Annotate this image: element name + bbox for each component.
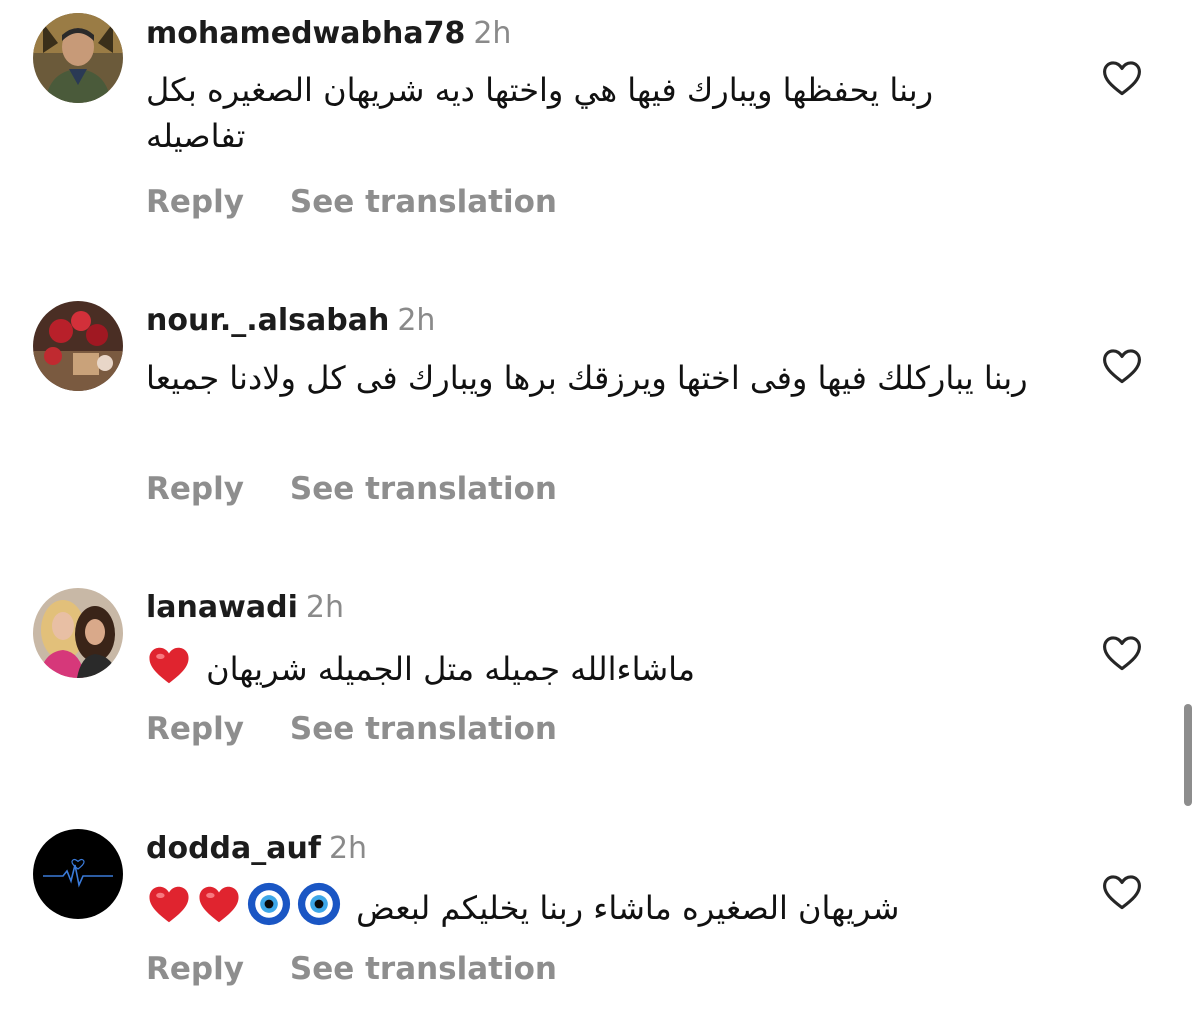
heart-outline-icon [1103, 61, 1141, 96]
avatar[interactable] [33, 829, 123, 919]
comment-text: ربنا يحفظها ويبارك فيها هي واختها ديه شر… [146, 71, 934, 155]
like-button[interactable] [1100, 344, 1144, 388]
profile-photo-man [33, 13, 123, 103]
timestamp: 2h [305, 590, 344, 625]
timestamp: 2h [473, 16, 512, 51]
profile-photo-roses [33, 301, 123, 391]
comment-text-body: ماشاءالله جميله متل الجميله شريهان [206, 650, 696, 688]
avatar[interactable] [33, 588, 123, 678]
reply-button[interactable]: Reply [146, 951, 244, 987]
nazar-amulet-emoji [246, 881, 292, 939]
like-button[interactable] [1100, 631, 1144, 675]
timestamp: 2h [397, 303, 436, 338]
comment-text: شريهان الصغيره ماشاء ربنا يخليكم لبعض [146, 881, 1026, 939]
comment-text: ماشاءالله جميله متل الجميله شريهان [146, 642, 786, 700]
profile-photo-heartbeat [33, 829, 123, 919]
comment-text-body: شريهان الصغيره ماشاء ربنا يخليكم لبعض [356, 889, 900, 927]
red-heart-emoji [146, 642, 192, 700]
scrollbar[interactable] [1184, 704, 1192, 806]
nazar-amulet-emoji [296, 881, 342, 939]
username[interactable]: lanawadi [146, 590, 298, 625]
reply-button[interactable]: Reply [146, 471, 244, 507]
see-translation-button[interactable]: See translation [290, 951, 557, 987]
profile-photo-two-women [33, 588, 123, 678]
username[interactable]: dodda_auf [146, 831, 321, 866]
username[interactable]: nour._.alsabah [146, 303, 389, 338]
see-translation-button[interactable]: See translation [290, 711, 557, 747]
heart-outline-icon [1103, 875, 1141, 910]
avatar[interactable] [33, 13, 123, 103]
reply-button[interactable]: Reply [146, 711, 244, 747]
reply-button[interactable]: Reply [146, 184, 244, 220]
timestamp: 2h [328, 831, 368, 866]
red-heart-emoji [196, 881, 242, 939]
username[interactable]: mohamedwabha78 [146, 16, 465, 51]
red-heart-emoji [146, 881, 192, 939]
see-translation-button[interactable]: See translation [290, 471, 557, 507]
see-translation-button[interactable]: See translation [290, 184, 557, 220]
comment-text: ربنا يباركلك فيها وفى اختها ويرزقك برها … [146, 359, 1028, 397]
like-button[interactable] [1100, 870, 1144, 914]
heart-outline-icon [1103, 349, 1141, 384]
heart-outline-icon [1103, 636, 1141, 671]
avatar[interactable] [33, 301, 123, 391]
like-button[interactable] [1100, 56, 1144, 100]
